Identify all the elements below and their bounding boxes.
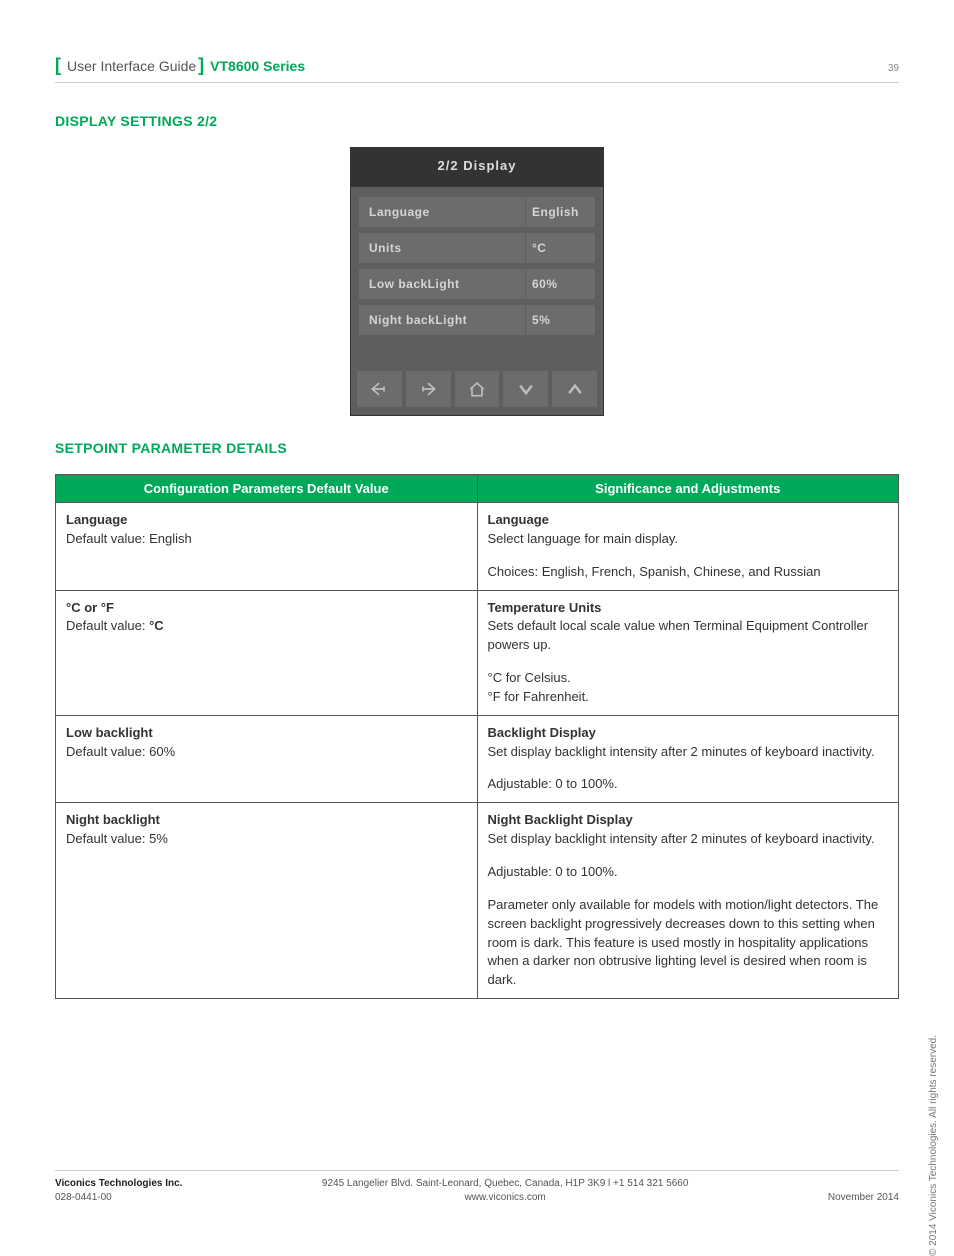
header-guide-title: User Interface Guide (67, 58, 196, 74)
header-series: VT8600 Series (210, 58, 305, 74)
device-row-label: Units (359, 233, 525, 263)
device-row-low-backlight[interactable]: Low backLight 60% (359, 269, 595, 299)
page-number: 39 (888, 63, 899, 74)
device-row-value: English (525, 197, 595, 227)
param-sig-text: Adjustable: 0 to 100%. (488, 775, 889, 794)
forward-arrow-icon[interactable] (406, 371, 451, 407)
bracket-open-icon: [ (55, 55, 61, 76)
param-name: °C or °F (66, 599, 467, 618)
param-sig-text: Choices: English, French, Spanish, Chine… (488, 563, 889, 582)
footer-company: Viconics Technologies Inc. (55, 1177, 182, 1191)
param-sig-text: Sets default local scale value when Term… (488, 617, 889, 655)
param-sig-text: Set display backlight intensity after 2 … (488, 743, 889, 762)
footer-website: www.viconics.com (182, 1191, 827, 1205)
table-row: Night backlight Default value: 5% Night … (56, 803, 899, 999)
table-header-significance: Significance and Adjustments (477, 475, 899, 503)
param-sig-text: Parameter only available for models with… (488, 896, 889, 990)
device-row-label: Low backLight (359, 269, 525, 299)
section-title-display-settings: DISPLAY SETTINGS 2/2 (55, 113, 899, 129)
device-row-units[interactable]: Units °C (359, 233, 595, 263)
footer-doc-no: 028-0441-00 (55, 1191, 182, 1205)
device-row-value: °C (525, 233, 595, 263)
param-default: Default value: °C (66, 617, 467, 636)
device-row-label: Language (359, 197, 525, 227)
param-sig-title: Backlight Display (488, 724, 889, 743)
device-row-value: 60% (525, 269, 595, 299)
footer-date: November 2014 (828, 1191, 899, 1205)
table-row: °C or °F Default value: °C Temperature U… (56, 590, 899, 715)
up-arrow-icon[interactable] (552, 371, 597, 407)
down-arrow-icon[interactable] (503, 371, 548, 407)
parameter-table: Configuration Parameters Default Value S… (55, 474, 899, 999)
section-title-setpoint-details: SETPOINT PARAMETER DETAILS (55, 440, 899, 456)
param-sig-title: Night Backlight Display (488, 811, 889, 830)
table-row: Language Default value: English Language… (56, 503, 899, 591)
device-row-value: 5% (525, 305, 595, 335)
param-sig-title: Temperature Units (488, 599, 889, 618)
param-default: Default value: 5% (66, 830, 467, 849)
param-sig-text: Adjustable: 0 to 100%. (488, 863, 889, 882)
back-arrow-icon[interactable] (357, 371, 402, 407)
bracket-close-icon: ] (198, 55, 204, 76)
page-header: [ User Interface Guide ] VT8600 Series 3… (55, 55, 899, 83)
page-footer: Viconics Technologies Inc. 028-0441-00 9… (55, 1170, 899, 1205)
copyright-text: © 2014 Viconics Technologies. All rights… (928, 1035, 939, 1256)
device-screen-title: 2/2 Display (351, 148, 603, 187)
device-screenshot: 2/2 Display Language English Units °C Lo… (350, 147, 604, 416)
param-default: Default value: English (66, 530, 467, 549)
footer-address: 9245 Langelier Blvd. Saint-Leonard, Queb… (182, 1177, 827, 1191)
param-default: Default value: 60% (66, 743, 467, 762)
device-row-label: Night backLight (359, 305, 525, 335)
param-sig-text: °C for Celsius. °F for Fahrenheit. (488, 669, 889, 707)
table-row: Low backlight Default value: 60% Backlig… (56, 715, 899, 803)
param-name: Night backlight (66, 811, 467, 830)
param-sig-text: Select language for main display. (488, 530, 889, 549)
device-row-language[interactable]: Language English (359, 197, 595, 227)
param-sig-text: Set display backlight intensity after 2 … (488, 830, 889, 849)
param-name: Low backlight (66, 724, 467, 743)
home-icon[interactable] (455, 371, 500, 407)
table-header-config: Configuration Parameters Default Value (56, 475, 478, 503)
param-name: Language (66, 511, 467, 530)
param-sig-title: Language (488, 511, 889, 530)
device-row-night-backlight[interactable]: Night backLight 5% (359, 305, 595, 335)
